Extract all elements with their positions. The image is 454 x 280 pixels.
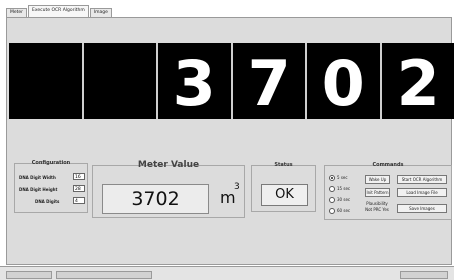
digit-count-field[interactable]: 4 [73, 197, 85, 204]
taskbar [0, 266, 454, 280]
radio-indicator [329, 197, 335, 203]
digit-glyph [9, 43, 82, 119]
digit-cell: 0 [307, 43, 380, 119]
digit-cell: 2 [382, 43, 454, 119]
digit-image-strip: 3 7 0 2 [9, 43, 454, 119]
digit-glyph: 3 [158, 43, 231, 119]
interval-label: 5 sec [337, 175, 348, 180]
digit-height-label: DNA Digit Height [19, 187, 57, 192]
taskbar-item[interactable] [56, 271, 152, 279]
plausibility-value: Not PRC Yes [359, 207, 395, 212]
interval-radio-30-sec[interactable]: 30 sec [329, 197, 350, 203]
radio-indicator [329, 208, 335, 214]
svg-text:3: 3 [173, 47, 216, 119]
commands-group: Commands 5 sec 15 sec 30 sec 60 sec Wake… [324, 165, 452, 220]
digit-glyph [84, 43, 157, 119]
digit-count-label: DNA Digits [35, 199, 59, 204]
wake-up-button[interactable]: Wake Up [365, 175, 390, 184]
interval-radio-60-sec[interactable]: 60 sec [329, 208, 350, 214]
digit-cell [84, 43, 157, 119]
digit-width-label: DNA Digit Width [19, 175, 56, 180]
meter-value-group: Meter Value 3702 m 3 [92, 165, 245, 218]
taskbar-item[interactable] [6, 271, 52, 279]
status-title: Status [252, 162, 315, 168]
digit-cell: 7 [233, 43, 306, 119]
plausibility-label: Plausibility [359, 201, 395, 206]
digit-height-field[interactable]: 28 [73, 185, 85, 192]
status-group: Status OK [251, 165, 316, 212]
svg-text:7: 7 [247, 47, 290, 119]
digit-glyph: 2 [382, 43, 454, 119]
save-images-button[interactable]: Save Images [397, 204, 447, 213]
digit-cell [9, 43, 82, 119]
digit-width-field[interactable]: 16 [73, 173, 85, 180]
load-image-file-button[interactable]: Load Image File [397, 188, 447, 197]
digit-cell: 3 [158, 43, 231, 119]
digit-glyph: 7 [233, 43, 306, 119]
meter-value-title: Meter Value [93, 160, 244, 170]
digit-glyph: 0 [307, 43, 380, 119]
init-pattern-button[interactable]: Init Pattern [365, 188, 390, 197]
svg-text:0: 0 [322, 47, 365, 119]
start-ocr-algorithm-button[interactable]: Start OCR Algorithm [397, 175, 447, 184]
configuration-group: Configuration DNA Digit Width 16 DNA Dig… [14, 163, 88, 213]
meter-value-display: 3702 [102, 184, 209, 214]
radio-indicator [329, 186, 335, 192]
interval-radio-15-sec[interactable]: 15 sec [329, 186, 350, 192]
svg-text:2: 2 [396, 47, 439, 119]
status-display: OK [261, 184, 308, 206]
commands-title: Commands [325, 162, 451, 168]
configuration-title: Configuration [15, 160, 87, 166]
interval-radio-5-sec[interactable]: 5 sec [329, 175, 348, 181]
taskbar-item[interactable] [400, 271, 448, 279]
interval-label: 30 sec [337, 197, 350, 202]
meter-unit-exponent: 3 [234, 182, 240, 192]
interval-label: 15 sec [337, 186, 350, 191]
interval-label: 60 sec [337, 208, 350, 213]
radio-indicator [329, 175, 335, 181]
